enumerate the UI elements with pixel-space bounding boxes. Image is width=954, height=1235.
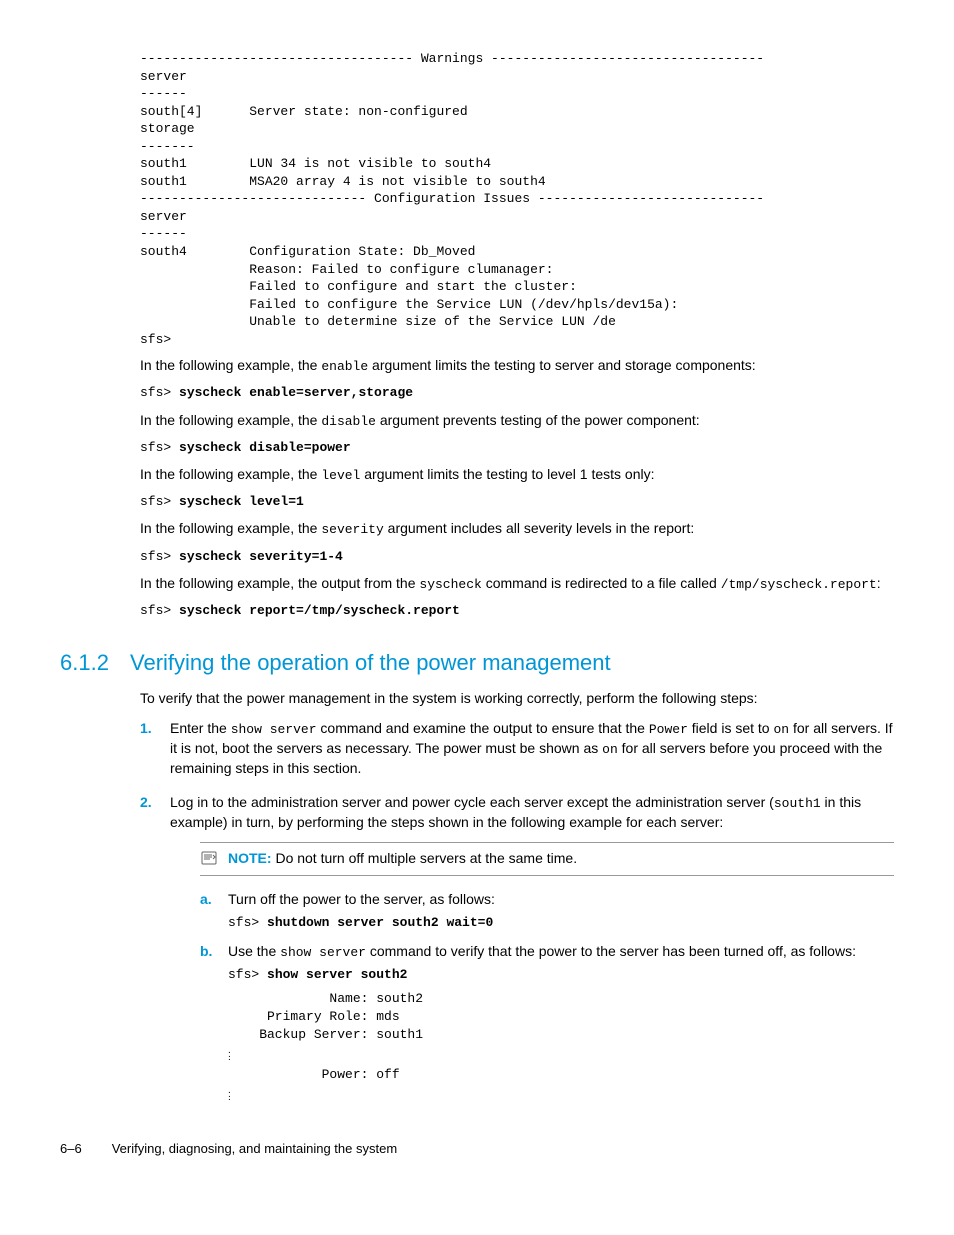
step-item: 1. Enter the show server command and exa… xyxy=(140,719,894,779)
inline-code: show server xyxy=(280,945,366,960)
text: Use the xyxy=(228,943,280,959)
note-icon xyxy=(200,849,218,869)
command: show server south2 xyxy=(267,967,407,982)
inline-code: show server xyxy=(231,722,317,737)
inline-code: syscheck xyxy=(419,577,481,592)
step-marker: 1. xyxy=(140,719,152,739)
terminal-output: ----------------------------------- Warn… xyxy=(140,50,894,348)
prompt: sfs> xyxy=(228,967,267,982)
text: field is set to xyxy=(688,720,774,736)
text: In the following example, the xyxy=(140,520,321,536)
text: argument limits the testing to server an… xyxy=(368,357,756,373)
text: In the following example, the xyxy=(140,466,321,482)
substep-marker: a. xyxy=(200,890,212,910)
text: Log in to the administration server and … xyxy=(170,794,774,810)
note-box: NOTE: Do not turn off multiple servers a… xyxy=(200,842,894,876)
prompt: sfs> xyxy=(140,603,179,618)
inline-code: enable xyxy=(321,359,368,374)
text: : xyxy=(877,575,881,591)
paragraph: In the following example, the severity a… xyxy=(140,519,894,539)
prompt: sfs> xyxy=(140,549,179,564)
prompt: sfs> xyxy=(140,440,179,455)
command-line: sfs> syscheck level=1 xyxy=(140,493,894,511)
page-number: 6–6 xyxy=(60,1140,82,1158)
text: Enter the xyxy=(170,720,231,736)
step-marker: 2. xyxy=(140,793,152,813)
substep-item: a. Turn off the power to the server, as … xyxy=(200,890,894,932)
note-label: NOTE: xyxy=(228,850,272,866)
substep-item: b. Use the show server command to verify… xyxy=(200,942,894,1100)
note-content: NOTE: Do not turn off multiple servers a… xyxy=(228,849,577,869)
command-line: sfs> shutdown server south2 wait=0 xyxy=(228,914,894,932)
terminal-output: Name: south2 Primary Role: mds Backup Se… xyxy=(228,990,894,1043)
text: argument limits the testing to level 1 t… xyxy=(360,466,654,482)
step-list: 1. Enter the show server command and exa… xyxy=(140,719,894,1100)
page-footer: 6–6 Verifying, diagnosing, and maintainin… xyxy=(60,1140,894,1158)
inline-code: /tmp/syscheck.report xyxy=(721,577,877,592)
command: shutdown server south2 wait=0 xyxy=(267,915,493,930)
command-line: sfs> syscheck report=/tmp/syscheck.repor… xyxy=(140,602,894,620)
text: argument includes all severity levels in… xyxy=(384,520,694,536)
text: In the following example, the output fro… xyxy=(140,575,419,591)
paragraph: In the following example, the enable arg… xyxy=(140,356,894,376)
text: Turn off the power to the server, as fol… xyxy=(228,891,495,907)
command: syscheck severity=1-4 xyxy=(179,549,343,564)
terminal-output: Power: off xyxy=(228,1066,894,1084)
substep-list: a. Turn off the power to the server, as … xyxy=(200,890,894,1099)
paragraph: To verify that the power management in t… xyxy=(140,689,894,709)
paragraph: In the following example, the disable ar… xyxy=(140,411,894,431)
text: command is redirected to a file called xyxy=(482,575,721,591)
command: syscheck level=1 xyxy=(179,494,304,509)
prompt: sfs> xyxy=(140,494,179,509)
inline-code: Power xyxy=(649,722,688,737)
inline-code: south1 xyxy=(774,796,821,811)
text: argument prevents testing of the power c… xyxy=(376,412,700,428)
text: command to verify that the power to the … xyxy=(366,943,856,959)
inline-code: on xyxy=(773,722,789,737)
inline-code: level xyxy=(321,468,360,483)
prompt: sfs> xyxy=(140,385,179,400)
vertical-ellipsis-icon: ... xyxy=(228,1049,894,1060)
command-line: sfs> syscheck disable=power xyxy=(140,439,894,457)
text: command and examine the output to ensure… xyxy=(317,720,649,736)
command: syscheck report=/tmp/syscheck.report xyxy=(179,603,460,618)
step-item: 2. Log in to the administration server a… xyxy=(140,793,894,1100)
paragraph: In the following example, the output fro… xyxy=(140,574,894,594)
command-line: sfs> show server south2 xyxy=(228,966,894,984)
section-title: Verifying the operation of the power man… xyxy=(130,650,611,675)
text: In the following example, the xyxy=(140,357,321,373)
section-number: 6.1.2 xyxy=(60,648,130,679)
note-text: Do not turn off multiple servers at the … xyxy=(272,850,578,866)
substep-marker: b. xyxy=(200,942,212,962)
command: syscheck enable=server,storage xyxy=(179,385,413,400)
inline-code: severity xyxy=(321,522,383,537)
paragraph: In the following example, the level argu… xyxy=(140,465,894,485)
command-line: sfs> syscheck enable=server,storage xyxy=(140,384,894,402)
command-line: sfs> syscheck severity=1-4 xyxy=(140,548,894,566)
vertical-ellipsis-icon: ... xyxy=(228,1089,894,1100)
section-heading: 6.1.2Verifying the operation of the powe… xyxy=(60,648,894,679)
footer-title: Verifying, diagnosing, and maintaining t… xyxy=(112,1141,397,1156)
prompt: sfs> xyxy=(228,915,267,930)
inline-code: on xyxy=(602,742,618,757)
inline-code: disable xyxy=(321,414,376,429)
text: In the following example, the xyxy=(140,412,321,428)
command: syscheck disable=power xyxy=(179,440,351,455)
